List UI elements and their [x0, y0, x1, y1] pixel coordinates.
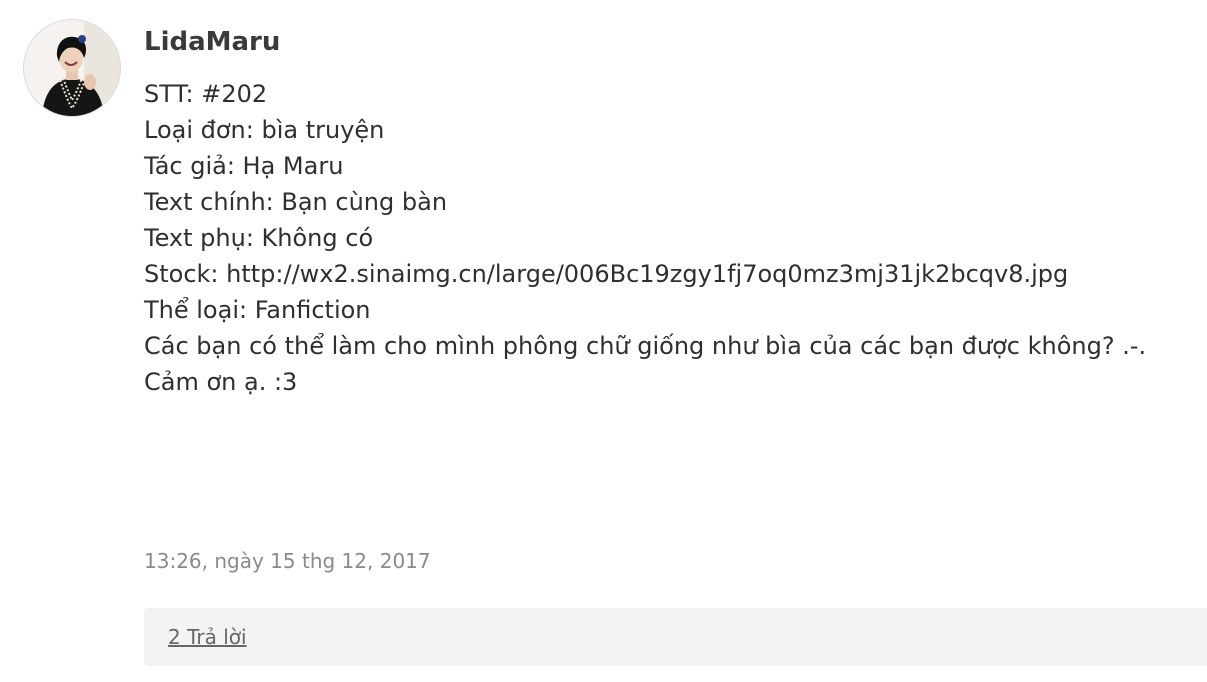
- comment-line-order-type: Loại đơn: bìa truyện: [144, 116, 385, 144]
- comment-line-stock: Stock: http://wx2.sinaimg.cn/large/006Bc…: [144, 260, 1069, 288]
- avatar[interactable]: [24, 20, 120, 116]
- replies-bar[interactable]: 2 Trả lời: [144, 608, 1207, 666]
- user-avatar-photo: [24, 20, 120, 116]
- comment-line-thanks: Cảm ơn ạ. :3: [144, 368, 298, 396]
- comment-line-sub-text: Text phụ: Không có: [144, 224, 374, 252]
- replies-link[interactable]: 2 Trả lời: [168, 623, 247, 651]
- comment-timestamp[interactable]: 13:26, ngày 15 thg 12, 2017: [144, 546, 431, 576]
- comment-author[interactable]: LidaMaru: [144, 24, 280, 60]
- comment-line-order-number: STT: #202: [144, 80, 268, 108]
- comment-body: STT: #202 Loại đơn: bìa truyện Tác giả: …: [144, 76, 1184, 400]
- comment-line-main-text: Text chính: Bạn cùng bàn: [144, 188, 448, 216]
- comment-line-genre: Thể loại: Fanfiction: [144, 296, 371, 324]
- comment-line-author: Tác giả: Hạ Maru: [144, 152, 344, 180]
- comment-line-request: Các bạn có thể làm cho mình phông chữ gi…: [144, 332, 1147, 360]
